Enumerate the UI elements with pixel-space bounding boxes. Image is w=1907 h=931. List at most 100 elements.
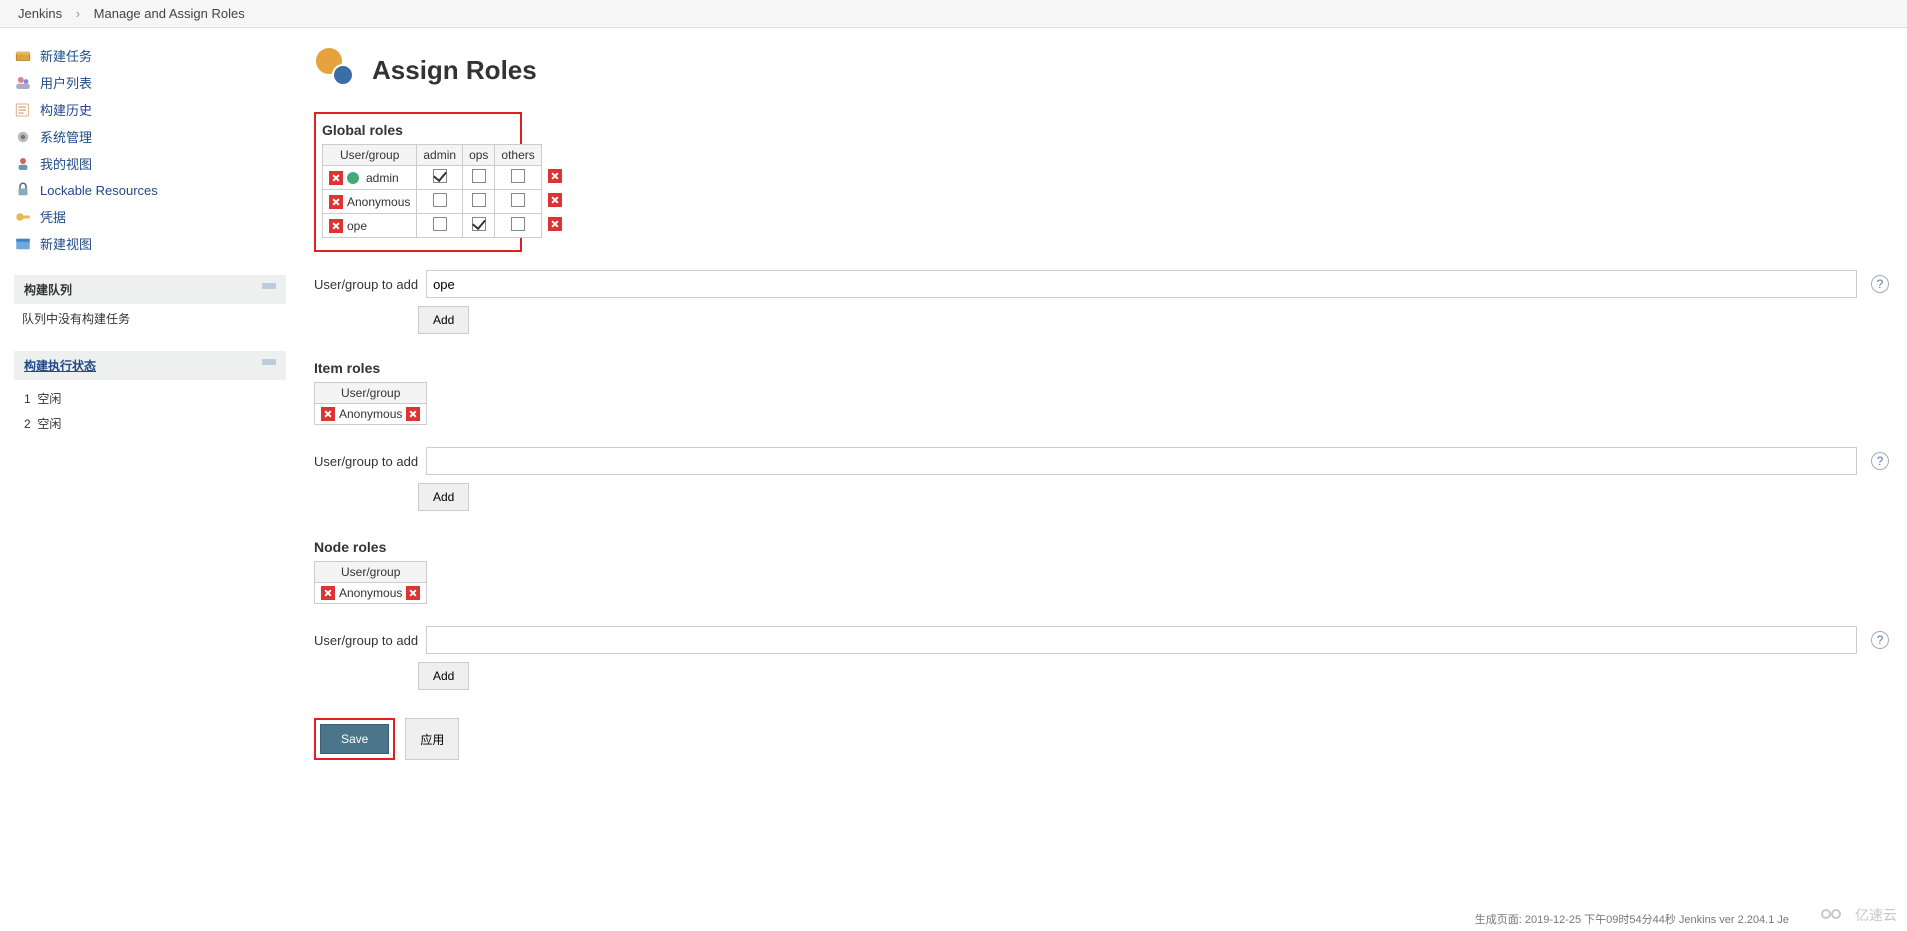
executor-row: 2 空闲	[22, 411, 278, 436]
add-label: User/group to add	[314, 633, 418, 648]
remove-row-button[interactable]	[548, 217, 562, 231]
table-row: admin	[323, 166, 569, 190]
queue-empty-text: 队列中没有构建任务	[22, 312, 130, 326]
user-icon	[347, 172, 359, 184]
sidebar: 新建任务 用户列表 构建历史 系统管理 我的视图 Lockable Resour…	[0, 28, 300, 800]
table-row: Anonymous	[323, 190, 569, 214]
sidebar-item-credentials[interactable]: 凭据	[14, 203, 286, 230]
gear-icon	[14, 128, 32, 146]
node-roles-table: User/group Anonymous	[314, 561, 427, 604]
save-row: Save 应用	[314, 718, 1889, 760]
executor-number: 1	[24, 392, 31, 406]
page-title-row: Assign Roles	[314, 48, 1889, 92]
sidebar-item-label[interactable]: Lockable Resources	[40, 183, 158, 198]
sidebar-item-label[interactable]: 新建视图	[40, 234, 92, 253]
section-heading: Node roles	[314, 539, 1889, 555]
footer-status: 生成页面: 2019-12-25 下午09时54分44秒 Jenkins ver…	[1467, 907, 1797, 931]
assign-roles-icon	[314, 48, 358, 92]
node-add-input[interactable]	[426, 626, 1857, 654]
my-views-icon	[14, 155, 32, 173]
remove-row-button[interactable]	[548, 169, 562, 183]
remove-row-button[interactable]	[548, 193, 562, 207]
item-add-input[interactable]	[426, 447, 1857, 475]
remove-row-button[interactable]	[329, 171, 343, 185]
collapse-toggle[interactable]	[262, 359, 276, 365]
breadcrumb-item[interactable]: Manage and Assign Roles	[94, 6, 245, 21]
credentials-icon	[14, 208, 32, 226]
sidebar-item-my-views[interactable]: 我的视图	[14, 150, 286, 177]
sidebar-item-label[interactable]: 构建历史	[40, 100, 92, 119]
breadcrumb-item[interactable]: Jenkins	[18, 6, 62, 21]
sidebar-item-manage[interactable]: 系统管理	[14, 123, 286, 150]
remove-row-button[interactable]	[329, 195, 343, 209]
role-checkbox[interactable]	[433, 193, 447, 207]
section-heading: Global roles	[322, 122, 514, 138]
node-add-button[interactable]: Add	[418, 662, 469, 690]
executor-row: 1 空闲	[22, 386, 278, 411]
role-checkbox[interactable]	[472, 193, 486, 207]
save-highlight: Save	[314, 718, 395, 760]
add-label: User/group to add	[314, 277, 418, 292]
breadcrumb: Jenkins › Manage and Assign Roles	[0, 0, 1907, 28]
col-user-group: User/group	[315, 562, 427, 583]
task-list: 新建任务 用户列表 构建历史 系统管理 我的视图 Lockable Resour…	[14, 42, 286, 257]
pane-title-link[interactable]: 构建执行状态	[24, 359, 96, 373]
collapse-toggle[interactable]	[262, 283, 276, 289]
executor-list: 1 空闲 2 空闲	[22, 386, 278, 436]
sidebar-item-label[interactable]: 新建任务	[40, 46, 92, 65]
item-add-row: User/group to add ?	[314, 447, 1889, 475]
sidebar-item-label[interactable]: 我的视图	[40, 154, 92, 173]
node-roles-section: Node roles User/group Anonymous User/gro…	[314, 539, 1889, 690]
col-user-group: User/group	[323, 145, 417, 166]
role-checkbox[interactable]	[472, 169, 486, 183]
section-heading: Item roles	[314, 360, 1889, 376]
remove-row-button[interactable]	[321, 586, 335, 600]
sidebar-item-lockable-resources[interactable]: Lockable Resources	[14, 177, 286, 203]
main-content: Assign Roles Global roles User/group adm…	[300, 28, 1907, 800]
role-checkbox[interactable]	[433, 217, 447, 231]
sidebar-item-new-job[interactable]: 新建任务	[14, 42, 286, 69]
sidebar-item-new-view[interactable]: 新建视图	[14, 230, 286, 257]
role-checkbox[interactable]	[472, 217, 486, 231]
sidebar-item-label[interactable]: 用户列表	[40, 73, 92, 92]
user-name: Anonymous	[339, 407, 402, 421]
role-checkbox[interactable]	[511, 193, 525, 207]
remove-row-button[interactable]	[406, 586, 420, 600]
save-button[interactable]: Save	[320, 724, 389, 754]
watermark-text: 亿速云	[1855, 905, 1897, 925]
role-checkbox[interactable]	[511, 169, 525, 183]
apply-button[interactable]: 应用	[405, 718, 459, 760]
global-add-input[interactable]	[426, 270, 1857, 298]
sidebar-item-users[interactable]: 用户列表	[14, 69, 286, 96]
table-row: Anonymous	[315, 404, 427, 425]
remove-row-button[interactable]	[406, 407, 420, 421]
watermark-icon	[1821, 906, 1849, 924]
col-role: others	[495, 145, 541, 166]
sidebar-item-label[interactable]: 凭据	[40, 207, 66, 226]
help-icon[interactable]: ?	[1871, 631, 1889, 649]
people-icon	[14, 74, 32, 92]
role-checkbox[interactable]	[433, 169, 447, 183]
remove-row-button[interactable]	[321, 407, 335, 421]
history-icon	[14, 101, 32, 119]
page-title: Assign Roles	[372, 55, 537, 86]
table-row: Anonymous	[315, 583, 427, 604]
item-add-button[interactable]: Add	[418, 483, 469, 511]
user-name: admin	[366, 171, 399, 185]
remove-row-button[interactable]	[329, 219, 343, 233]
executors-pane: 构建执行状态 1 空闲 2 空闲	[14, 351, 286, 442]
col-user-group: User/group	[315, 383, 427, 404]
item-roles-section: Item roles User/group Anonymous User/gro…	[314, 360, 1889, 511]
help-icon[interactable]: ?	[1871, 452, 1889, 470]
col-role: ops	[463, 145, 495, 166]
watermark: 亿速云	[1821, 905, 1897, 925]
role-checkbox[interactable]	[511, 217, 525, 231]
help-icon[interactable]: ?	[1871, 275, 1889, 293]
pane-header: 构建队列	[14, 275, 286, 304]
new-item-icon	[14, 47, 32, 65]
item-roles-table: User/group Anonymous	[314, 382, 427, 425]
sidebar-item-build-history[interactable]: 构建历史	[14, 96, 286, 123]
global-add-button[interactable]: Add	[418, 306, 469, 334]
new-view-icon	[14, 235, 32, 253]
sidebar-item-label[interactable]: 系统管理	[40, 127, 92, 146]
